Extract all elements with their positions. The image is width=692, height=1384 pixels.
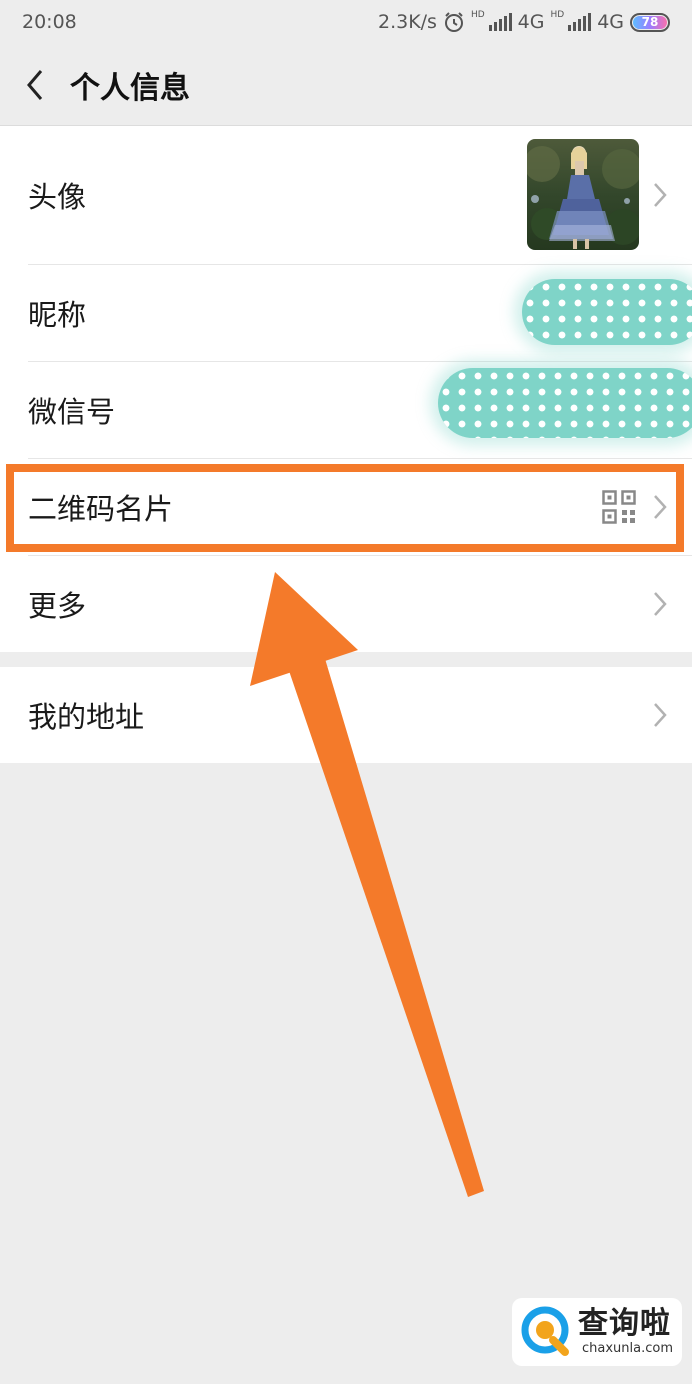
chevron-left-icon bbox=[27, 69, 43, 100]
alarm-icon bbox=[444, 12, 463, 32]
wechat-id-label: 微信号 bbox=[28, 395, 116, 429]
status-bar: 20:08 2.3K/s HD 4G HD 4G 78 bbox=[0, 0, 692, 44]
profile-list: 头像 昵称 微信号 二维码名片 更多 bbox=[0, 126, 692, 652]
signal-icon bbox=[568, 13, 592, 31]
search-q-icon bbox=[521, 1306, 569, 1356]
status-icons: 2.3K/s HD 4G HD 4G 78 bbox=[377, 10, 670, 33]
watermark-logo: 查询啦 chaxunla.com bbox=[512, 1298, 682, 1366]
back-button[interactable] bbox=[0, 44, 70, 126]
watermark-domain: chaxunla.com bbox=[582, 1341, 673, 1356]
chevron-right-icon bbox=[654, 183, 667, 207]
list-item-wechat-id[interactable]: 微信号 bbox=[0, 362, 692, 458]
list-item-avatar[interactable]: 头像 bbox=[0, 126, 692, 264]
chevron-right-icon bbox=[654, 703, 667, 727]
network-type: 4G bbox=[597, 11, 624, 33]
avatar bbox=[527, 139, 639, 250]
watermark-name: 查询啦 bbox=[578, 1306, 671, 1341]
hd-label: HD bbox=[550, 10, 565, 20]
avatar-label: 头像 bbox=[28, 180, 87, 214]
more-label: 更多 bbox=[28, 589, 87, 623]
network-type: 4G bbox=[517, 11, 545, 33]
personal-info-screen: 20:08 2.3K/s HD 4G HD 4G 78 个人信息 头像 昵称 微… bbox=[0, 0, 692, 1384]
battery-icon: 78 bbox=[630, 12, 670, 32]
hd-label: HD bbox=[470, 10, 485, 20]
page-title: 个人信息 bbox=[70, 70, 190, 106]
net-speed: 2.3K/s bbox=[377, 11, 437, 33]
signal-icon bbox=[488, 13, 512, 31]
nickname-mask bbox=[522, 279, 692, 345]
highlight-box bbox=[6, 464, 684, 552]
list-item-address[interactable]: 我的地址 bbox=[0, 667, 692, 763]
list-item-nickname[interactable]: 昵称 bbox=[0, 265, 692, 361]
nav-bar: 个人信息 bbox=[0, 44, 692, 126]
nickname-label: 昵称 bbox=[28, 298, 87, 332]
list-item-more[interactable]: 更多 bbox=[0, 556, 692, 652]
chevron-right-icon bbox=[654, 592, 667, 616]
status-time: 20:08 bbox=[22, 11, 77, 33]
wechat-id-mask bbox=[438, 368, 692, 438]
address-list: 我的地址 bbox=[0, 667, 692, 763]
address-label: 我的地址 bbox=[28, 700, 145, 734]
